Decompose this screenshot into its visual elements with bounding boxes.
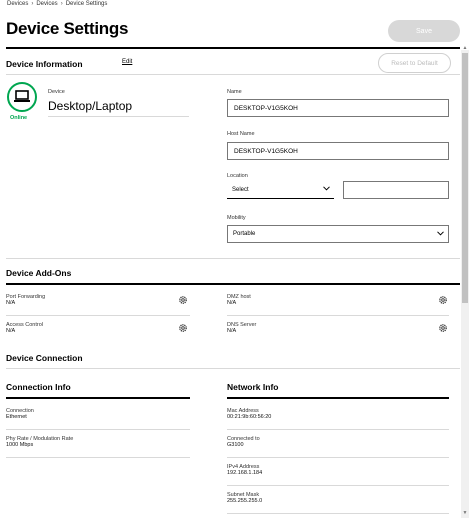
dmz-host-value: N/A [227, 300, 237, 306]
breadcrumb-separator-icon: › [31, 1, 34, 7]
breadcrumb-item-current: Device Settings [65, 1, 108, 7]
info-divider [6, 457, 190, 458]
network-info-heading: Network Info [227, 382, 279, 392]
connected-to-value: G3100 [227, 442, 244, 448]
breadcrumb-item-devices[interactable]: Devices [7, 1, 28, 7]
host-name-field[interactable]: DESKTOP-V1G5KOH [227, 142, 449, 160]
mobility-select[interactable]: Portable [227, 225, 449, 243]
chevron-down-icon [437, 230, 444, 238]
device-connection-heading: Device Connection [6, 353, 83, 363]
section-divider [6, 368, 460, 369]
gear-icon[interactable] [438, 323, 448, 333]
info-divider [227, 513, 449, 514]
mac-address-item: Mac Address 00:21:9b:60:56:20 [227, 408, 271, 420]
online-status: Online [10, 115, 28, 121]
dmz-host-item: DMZ host N/A [227, 294, 251, 306]
edit-link[interactable]: Edit [122, 59, 132, 65]
subnet-mask-item: Subnet Mask 255.255.255.0 [227, 492, 262, 504]
gear-icon[interactable] [178, 323, 188, 333]
device-information-heading: Device Information [6, 59, 83, 69]
mac-address-value: 00:21:9b:60:56:20 [227, 414, 272, 420]
mobility-select-value: Portable [233, 231, 256, 237]
phy-rate-value: 1000 Mbps [6, 442, 34, 448]
network-info-divider [227, 397, 449, 399]
ipv4-address-item: IPv4 Address 192.168.1.184 [227, 464, 262, 476]
gear-icon[interactable] [178, 295, 188, 305]
breadcrumb: Devices › Devices › Device Settings [7, 1, 107, 7]
save-button[interactable]: Save [388, 20, 460, 42]
info-divider [227, 485, 449, 486]
phy-rate-item: Phy Rate / Modulation Rate 1000 Mbps [6, 436, 73, 448]
device-label: Device [48, 89, 65, 95]
device-type: Desktop/Laptop [48, 99, 133, 113]
add-ons-divider [6, 283, 460, 285]
location-label: Location [227, 173, 248, 179]
dns-server-value: N/A [227, 328, 237, 334]
laptop-icon [7, 82, 37, 112]
connection-item: Connection Ethernet [6, 408, 34, 420]
ipv4-address-value: 192.168.1.184 [227, 470, 263, 476]
page-title: Device Settings [6, 19, 129, 38]
host-name-label: Host Name [227, 131, 255, 137]
connection-info-heading: Connection Info [6, 382, 71, 392]
name-field[interactable]: DESKTOP-V1G5KOH [227, 99, 449, 117]
scrollbar-thumb[interactable] [462, 53, 468, 303]
info-divider [227, 429, 449, 430]
info-divider [227, 457, 449, 458]
add-on-divider [6, 315, 190, 316]
dns-server-item: DNS Server N/A [227, 322, 256, 334]
breadcrumb-item-devices-2[interactable]: Devices [36, 1, 57, 7]
info-divider [6, 429, 190, 430]
access-control-value: N/A [6, 328, 16, 334]
section-divider [6, 258, 460, 259]
mobility-label: Mobility [227, 215, 246, 221]
reset-to-default-button[interactable]: Reset to Default [378, 53, 451, 73]
access-control-item: Access Control N/A [6, 322, 43, 334]
connection-info-divider [6, 397, 190, 399]
location-select-value: Select [232, 186, 249, 193]
device-type-underline [48, 116, 189, 117]
breadcrumb-separator-icon: › [60, 1, 63, 7]
port-forwarding-value: N/A [6, 300, 16, 306]
chevron-down-icon [323, 186, 330, 193]
gear-icon[interactable] [438, 295, 448, 305]
connected-to-item: Connected to G3100 [227, 436, 260, 448]
device-add-ons-heading: Device Add-Ons [6, 268, 72, 278]
location-text-field[interactable] [343, 181, 449, 199]
section-divider [6, 74, 460, 75]
location-select[interactable]: Select [227, 181, 334, 199]
header-divider [6, 47, 460, 49]
scroll-down-arrow-icon[interactable]: ▼ [461, 510, 469, 516]
scroll-up-arrow-icon[interactable]: ▲ [461, 46, 469, 51]
port-forwarding-item: Port Forwarding N/A [6, 294, 45, 306]
add-on-divider [227, 315, 449, 316]
connection-value: Ethernet [6, 414, 27, 420]
subnet-mask-value: 255.255.255.0 [227, 498, 263, 504]
name-label: Name [227, 89, 242, 95]
